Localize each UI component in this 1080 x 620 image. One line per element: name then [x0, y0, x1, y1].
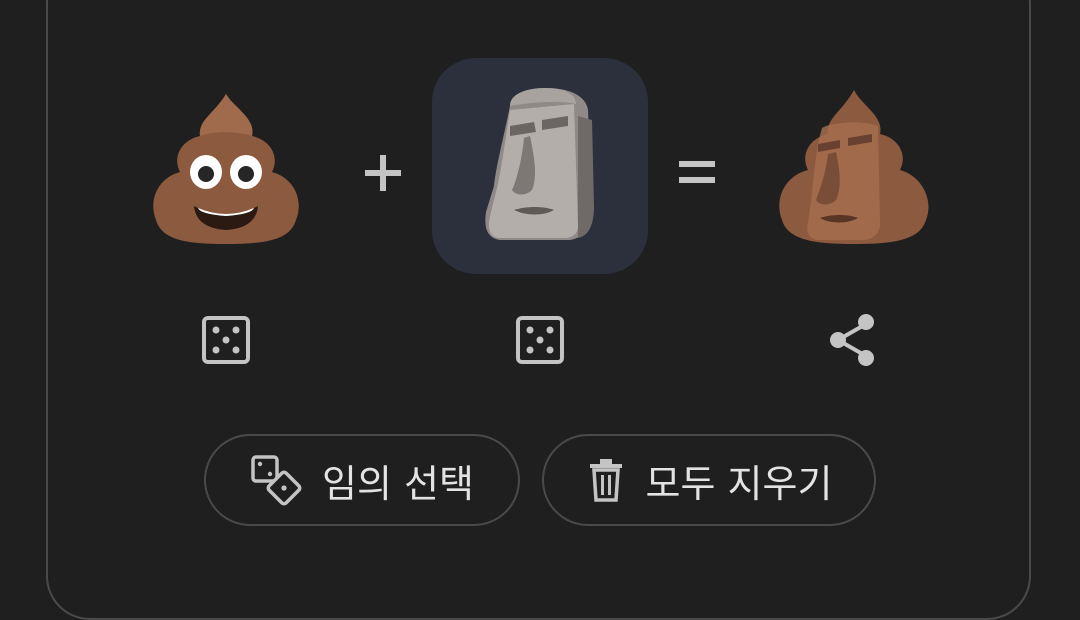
- equals-operator: [674, 152, 720, 192]
- right-emoji-slot[interactable]: [432, 58, 648, 274]
- share-button[interactable]: [820, 308, 884, 372]
- clear-all-label: 모두 지우기: [645, 461, 833, 506]
- pile-of-poo-icon: [153, 94, 299, 244]
- poo-moai-mix-icon: [779, 90, 929, 244]
- left-emoji-slot[interactable]: [146, 84, 306, 250]
- dice-icon: [516, 316, 564, 364]
- dice-icon: [202, 316, 250, 364]
- clear-all-button[interactable]: 모두 지우기: [542, 434, 876, 526]
- plus-operator: [360, 150, 406, 196]
- trash-icon: [586, 458, 626, 502]
- share-icon: [830, 314, 874, 366]
- result-emoji-slot[interactable]: [772, 84, 936, 250]
- right-random-button[interactable]: [508, 308, 572, 372]
- dice-pair-icon: [250, 454, 302, 506]
- random-select-label: 임의 선택: [322, 461, 474, 506]
- moai-icon: [485, 88, 594, 240]
- left-random-button[interactable]: [194, 308, 258, 372]
- random-select-button[interactable]: 임의 선택: [204, 434, 520, 526]
